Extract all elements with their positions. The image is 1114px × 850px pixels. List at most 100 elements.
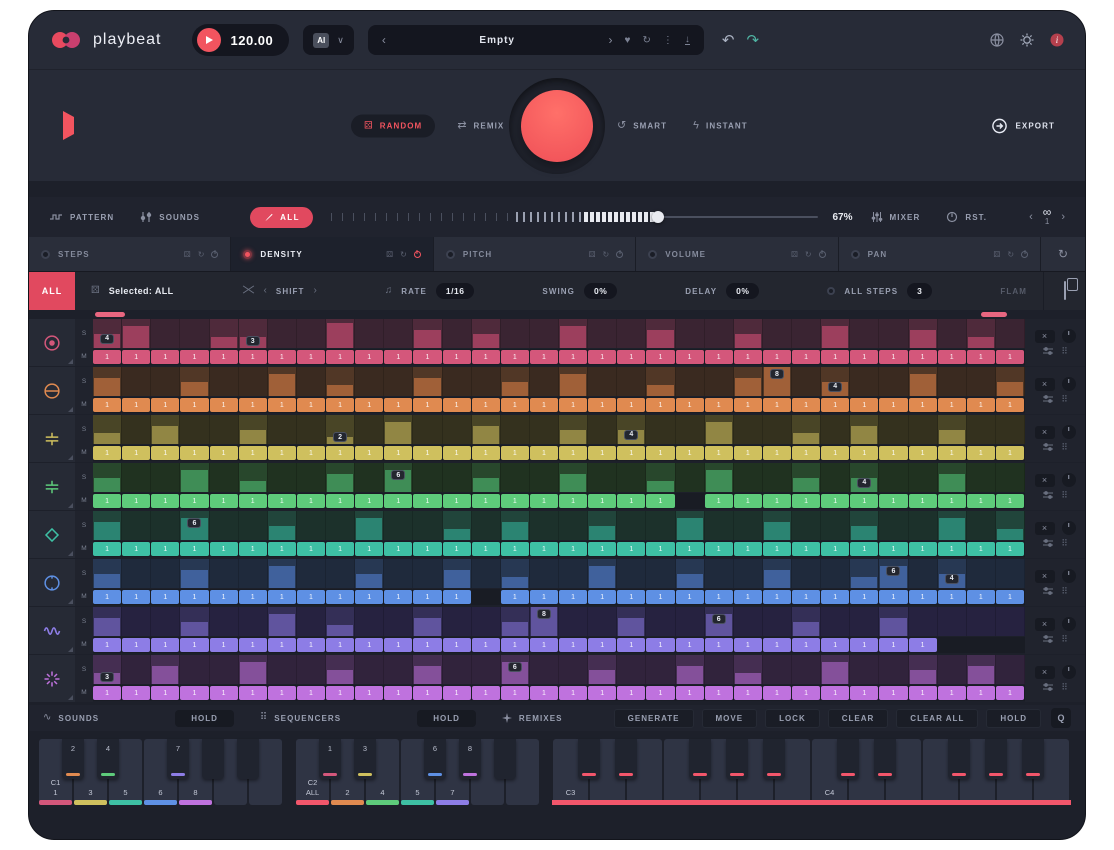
density-step[interactable] <box>180 415 209 444</box>
m-step[interactable]: 1 <box>268 398 296 412</box>
density-step[interactable] <box>413 655 442 684</box>
m-step[interactable]: 1 <box>967 686 995 700</box>
m-step[interactable]: 1 <box>384 398 412 412</box>
density-step[interactable] <box>996 367 1025 396</box>
m-step[interactable]: 1 <box>297 590 325 604</box>
track-select-kick[interactable] <box>29 319 75 366</box>
m-step[interactable]: 1 <box>384 446 412 460</box>
m-step[interactable]: 1 <box>268 638 296 652</box>
m-step[interactable]: 1 <box>879 350 907 364</box>
density-step[interactable] <box>821 511 850 540</box>
m-step[interactable]: 1 <box>151 350 179 364</box>
density-step[interactable] <box>384 607 413 636</box>
density-step[interactable]: 6 <box>501 655 530 684</box>
density-step[interactable] <box>879 655 908 684</box>
m-step[interactable]: 1 <box>501 398 529 412</box>
density-step[interactable] <box>559 367 588 396</box>
action-generate-button[interactable]: GENERATE <box>614 709 694 728</box>
m-step[interactable]: 1 <box>617 638 645 652</box>
m-step[interactable]: 1 <box>326 590 354 604</box>
m-step[interactable]: 1 <box>967 494 995 508</box>
m-step[interactable]: 1 <box>879 494 907 508</box>
density-step[interactable] <box>501 463 530 492</box>
m-step[interactable]: 1 <box>938 494 966 508</box>
density-step[interactable] <box>821 655 850 684</box>
m-step[interactable]: 1 <box>530 542 558 556</box>
m-step[interactable]: 1 <box>472 350 500 364</box>
density-step[interactable] <box>93 367 122 396</box>
tab-pan[interactable]: PAN⚄↻ <box>839 237 1041 271</box>
track-mute-button[interactable]: × <box>1035 426 1055 439</box>
m-step[interactable]: 1 <box>559 542 587 556</box>
m-step[interactable]: 1 <box>646 494 674 508</box>
density-step[interactable] <box>122 559 151 588</box>
track-select-open-hat[interactable] <box>29 463 75 510</box>
density-step[interactable] <box>472 559 501 588</box>
density-step[interactable] <box>938 415 967 444</box>
m-step[interactable]: 1 <box>297 350 325 364</box>
density-step[interactable] <box>355 415 384 444</box>
density-step[interactable] <box>326 559 355 588</box>
density-step[interactable] <box>384 655 413 684</box>
shift-right-button[interactable]: › <box>314 286 317 296</box>
m-step[interactable]: 1 <box>996 590 1024 604</box>
track-resize-handle[interactable] <box>68 455 73 460</box>
track-knob[interactable] <box>1062 665 1076 679</box>
quantize-button[interactable]: Q <box>1051 708 1071 728</box>
density-step[interactable] <box>996 607 1025 636</box>
m-step[interactable]: 1 <box>734 350 762 364</box>
density-step[interactable] <box>821 607 850 636</box>
m-step[interactable]: 1 <box>879 398 907 412</box>
m-step[interactable]: 1 <box>909 350 937 364</box>
track-mixer-icon[interactable] <box>1042 490 1054 500</box>
m-step[interactable]: 1 <box>180 638 208 652</box>
track-knob[interactable] <box>1062 425 1076 439</box>
m-step[interactable]: 1 <box>588 494 616 508</box>
sounds-hold-button[interactable]: HOLD <box>175 710 234 727</box>
density-step[interactable] <box>617 463 646 492</box>
m-step[interactable]: 1 <box>938 446 966 460</box>
flam-label[interactable]: FLAM <box>1000 287 1027 296</box>
density-step[interactable] <box>122 511 151 540</box>
m-step[interactable]: 1 <box>763 398 791 412</box>
track-drag-handle[interactable]: ⠿ <box>1061 491 1068 500</box>
density-step[interactable] <box>734 319 763 348</box>
density-step[interactable] <box>617 319 646 348</box>
m-step[interactable]: 1 <box>705 494 733 508</box>
black-key[interactable] <box>1022 739 1044 779</box>
density-step[interactable] <box>530 367 559 396</box>
density-step[interactable] <box>501 367 530 396</box>
density-step[interactable] <box>559 319 588 348</box>
tab-volume[interactable]: VOLUME⚄↻ <box>636 237 838 271</box>
refresh-icon[interactable]: ↻ <box>1007 250 1014 259</box>
m-step[interactable]: 1 <box>268 590 296 604</box>
density-step[interactable] <box>676 463 705 492</box>
density-step[interactable] <box>559 655 588 684</box>
density-step[interactable] <box>443 511 472 540</box>
track-resize-handle[interactable] <box>68 359 73 364</box>
density-step[interactable] <box>763 415 792 444</box>
density-step[interactable] <box>472 367 501 396</box>
m-step[interactable]: 1 <box>151 686 179 700</box>
dice-icon[interactable]: ⚄ <box>993 250 1000 259</box>
m-step[interactable]: 1 <box>413 398 441 412</box>
m-step[interactable]: 1 <box>413 590 441 604</box>
m-step[interactable]: 1 <box>501 542 529 556</box>
track-select-snare[interactable] <box>29 367 75 414</box>
density-step[interactable] <box>617 655 646 684</box>
density-step[interactable] <box>879 367 908 396</box>
density-step[interactable] <box>676 319 705 348</box>
m-step[interactable]: 1 <box>850 398 878 412</box>
m-step[interactable]: 1 <box>326 494 354 508</box>
m-step[interactable]: 1 <box>472 686 500 700</box>
black-key[interactable] <box>874 739 896 779</box>
m-step[interactable]: 1 <box>297 686 325 700</box>
main-trigger-button[interactable] <box>521 90 593 162</box>
m-step[interactable]: 1 <box>967 446 995 460</box>
m-step[interactable]: 1 <box>646 638 674 652</box>
all-tracks-button[interactable]: ALL <box>250 207 313 228</box>
density-step[interactable] <box>588 463 617 492</box>
density-step[interactable] <box>588 367 617 396</box>
m-step[interactable]: 1 <box>355 638 383 652</box>
density-step[interactable] <box>210 463 239 492</box>
